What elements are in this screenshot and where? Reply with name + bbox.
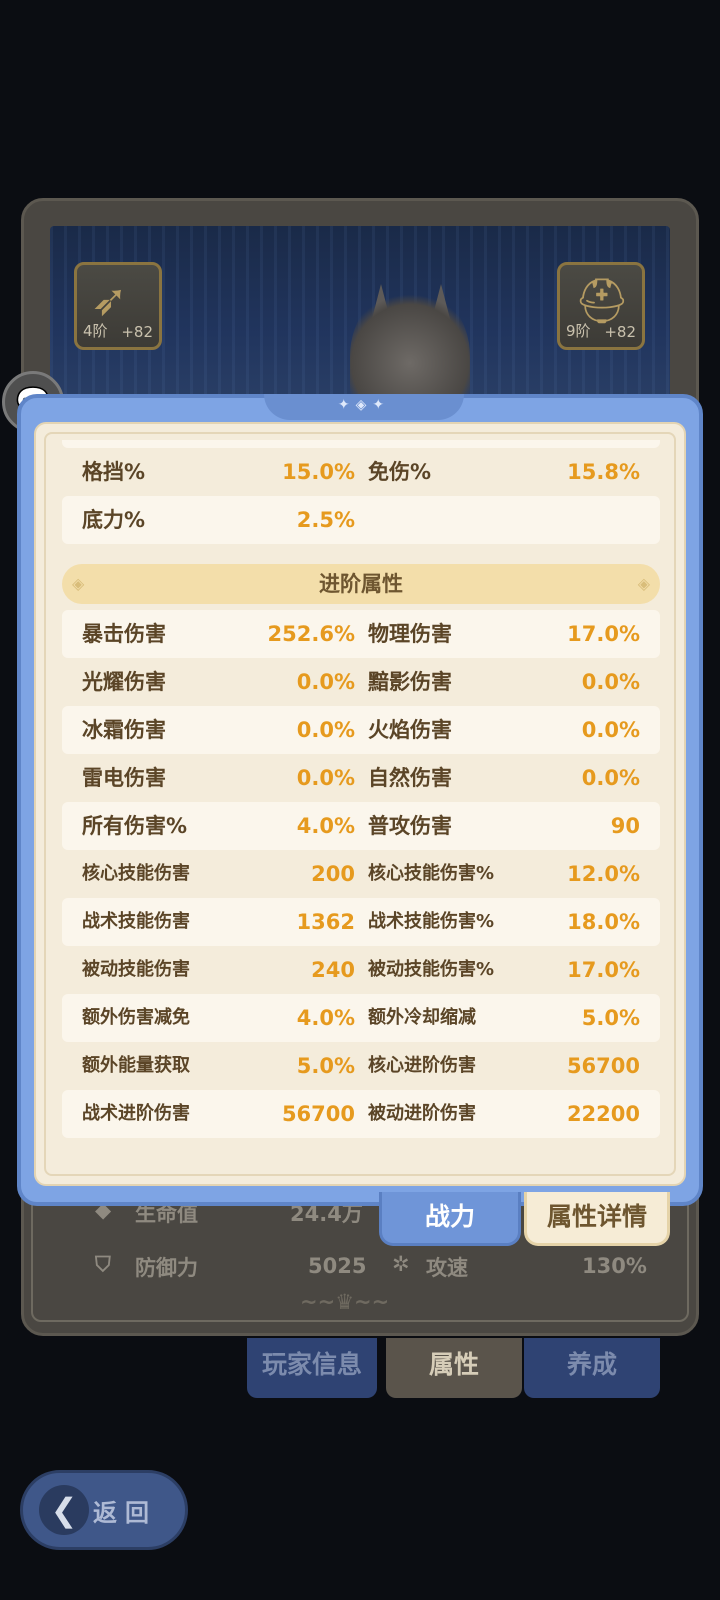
section-header-advanced: ◈ 进阶属性 ◈ (62, 564, 660, 604)
stat-label: 所有伤害% (82, 814, 188, 838)
stat-value: 12.0% (567, 862, 640, 886)
stat-label: 物理伤害 (368, 622, 452, 646)
stat-label: 自然伤害 (368, 766, 452, 790)
stat-value: 252.6% (267, 622, 355, 646)
stat-label: 暴击伤害 (82, 622, 166, 646)
stat-value: 240 (311, 958, 355, 982)
diamond-icon: ◈ (637, 574, 650, 593)
equip-slot-weapon[interactable]: ➶ 4阶 +82 (74, 262, 162, 350)
stat-label: 光耀伤害 (82, 670, 166, 694)
stat-row: 暴击伤害 252.6% 物理伤害 17.0% (62, 610, 660, 658)
scroll-top-edge (62, 440, 660, 448)
stat-value: 18.0% (567, 910, 640, 934)
stat-row: 核心技能伤害 200 核心技能伤害% 12.0% (62, 850, 660, 898)
stat-label: 额外伤害减免 (82, 1007, 190, 1028)
stat-label: 额外能量获取 (82, 1055, 190, 1076)
tab-attributes[interactable]: 属性 (386, 1338, 522, 1398)
stat-row: 所有伤害% 4.0% 普攻伤害 90 (62, 802, 660, 850)
stat-label: 战术技能伤害% (368, 911, 495, 932)
equip-slot-helmet[interactable]: ⛑ 9阶 +82 (557, 262, 645, 350)
stat-value: 4.0% (296, 1006, 355, 1030)
stat-value: 4.0% (296, 814, 355, 838)
tab-growth[interactable]: 养成 (524, 1338, 660, 1398)
stat-row: 底力% 2.5% (62, 496, 660, 544)
stat-label: 核心技能伤害 (82, 863, 190, 884)
stat-value: 0.0% (296, 718, 355, 742)
tab-attribute-detail[interactable]: 属性详情 (524, 1192, 670, 1246)
stat-value: 2.5% (296, 508, 355, 532)
equip-plus: +82 (604, 323, 636, 341)
stat-value: 56700 (281, 1102, 355, 1126)
stat-value: 56700 (566, 1054, 640, 1078)
stat-row: 格挡% 15.0% 免伤% 15.8% (62, 448, 660, 496)
stat-label: 格挡% (82, 460, 146, 484)
stat-label: 免伤% (368, 460, 432, 484)
stat-value: 0.0% (581, 766, 640, 790)
bg-stat-label: 防御力 (135, 1256, 198, 1280)
bg-stat-value: 5025 (308, 1254, 367, 1278)
stat-label: 普攻伤害 (368, 814, 452, 838)
stat-label: 被动技能伤害% (368, 959, 495, 980)
stat-value: 0.0% (581, 718, 640, 742)
stat-label: 被动进阶伤害 (368, 1103, 476, 1124)
equip-plus: +82 (121, 323, 153, 341)
stat-row: 战术进阶伤害 56700 被动进阶伤害 22200 (62, 1090, 660, 1138)
stat-value: 15.0% (282, 460, 355, 484)
stat-label: 冰霜伤害 (82, 718, 166, 742)
back-button-label: 返回 (93, 1499, 157, 1527)
stat-label: 核心技能伤害% (368, 863, 495, 884)
stat-row: 额外能量获取 5.0% 核心进阶伤害 56700 (62, 1042, 660, 1090)
stat-row: 被动技能伤害 240 被动技能伤害% 17.0% (62, 946, 660, 994)
stat-value: 0.0% (581, 670, 640, 694)
section-title: 进阶属性 (319, 572, 403, 596)
stat-value: 0.0% (296, 766, 355, 790)
stat-row: 光耀伤害 0.0% 黯影伤害 0.0% (62, 658, 660, 706)
tab-player-info[interactable]: 玩家信息 (247, 1338, 377, 1398)
card-ornament: ~~♛~~ (300, 1290, 390, 1314)
tab-combat-power[interactable]: 战力 (379, 1192, 521, 1246)
stat-label: 额外冷却缩减 (368, 1007, 476, 1028)
stat-label: 战术进阶伤害 (82, 1103, 190, 1124)
stat-row: 额外伤害减免 4.0% 额外冷却缩减 5.0% (62, 994, 660, 1042)
stat-label: 雷电伤害 (82, 766, 166, 790)
bg-stat-label: 攻速 (426, 1256, 468, 1280)
stat-label: 黯影伤害 (368, 670, 452, 694)
speed-icon: ✲ (392, 1252, 410, 1276)
stat-label: 战术技能伤害 (82, 911, 190, 932)
stat-value: 200 (311, 862, 355, 886)
stat-row: 战术技能伤害 1362 战术技能伤害% 18.0% (62, 898, 660, 946)
stat-value: 17.0% (567, 958, 640, 982)
stat-value: 17.0% (567, 622, 640, 646)
stat-label: 被动技能伤害 (82, 959, 190, 980)
modal-top-ornament: ✦◈✦ (264, 394, 464, 420)
equip-tier: 4阶 (83, 322, 108, 340)
stat-value: 5.0% (581, 1006, 640, 1030)
diamond-icon: ◈ (72, 574, 85, 593)
back-arrow-icon: ❮ (39, 1485, 89, 1535)
stat-value: 5.0% (296, 1054, 355, 1078)
stat-label: 底力% (82, 508, 146, 532)
back-button[interactable]: ❮ 返回 (20, 1470, 188, 1550)
stat-row: 雷电伤害 0.0% 自然伤害 0.0% (62, 754, 660, 802)
stat-label: 核心进阶伤害 (368, 1055, 476, 1076)
shield-icon: ⛉ (95, 1252, 111, 1276)
bow-icon: ➶ (91, 275, 128, 326)
stat-value: 22200 (566, 1102, 640, 1126)
stat-value: 90 (610, 814, 640, 838)
stat-row: 冰霜伤害 0.0% 火焰伤害 0.0% (62, 706, 660, 754)
bg-stat-value: 130% (582, 1254, 647, 1278)
stat-value: 15.8% (567, 460, 640, 484)
stat-label: 火焰伤害 (368, 718, 452, 742)
equip-tier: 9阶 (566, 322, 591, 340)
stat-value: 1362 (296, 910, 355, 934)
stat-value: 0.0% (296, 670, 355, 694)
